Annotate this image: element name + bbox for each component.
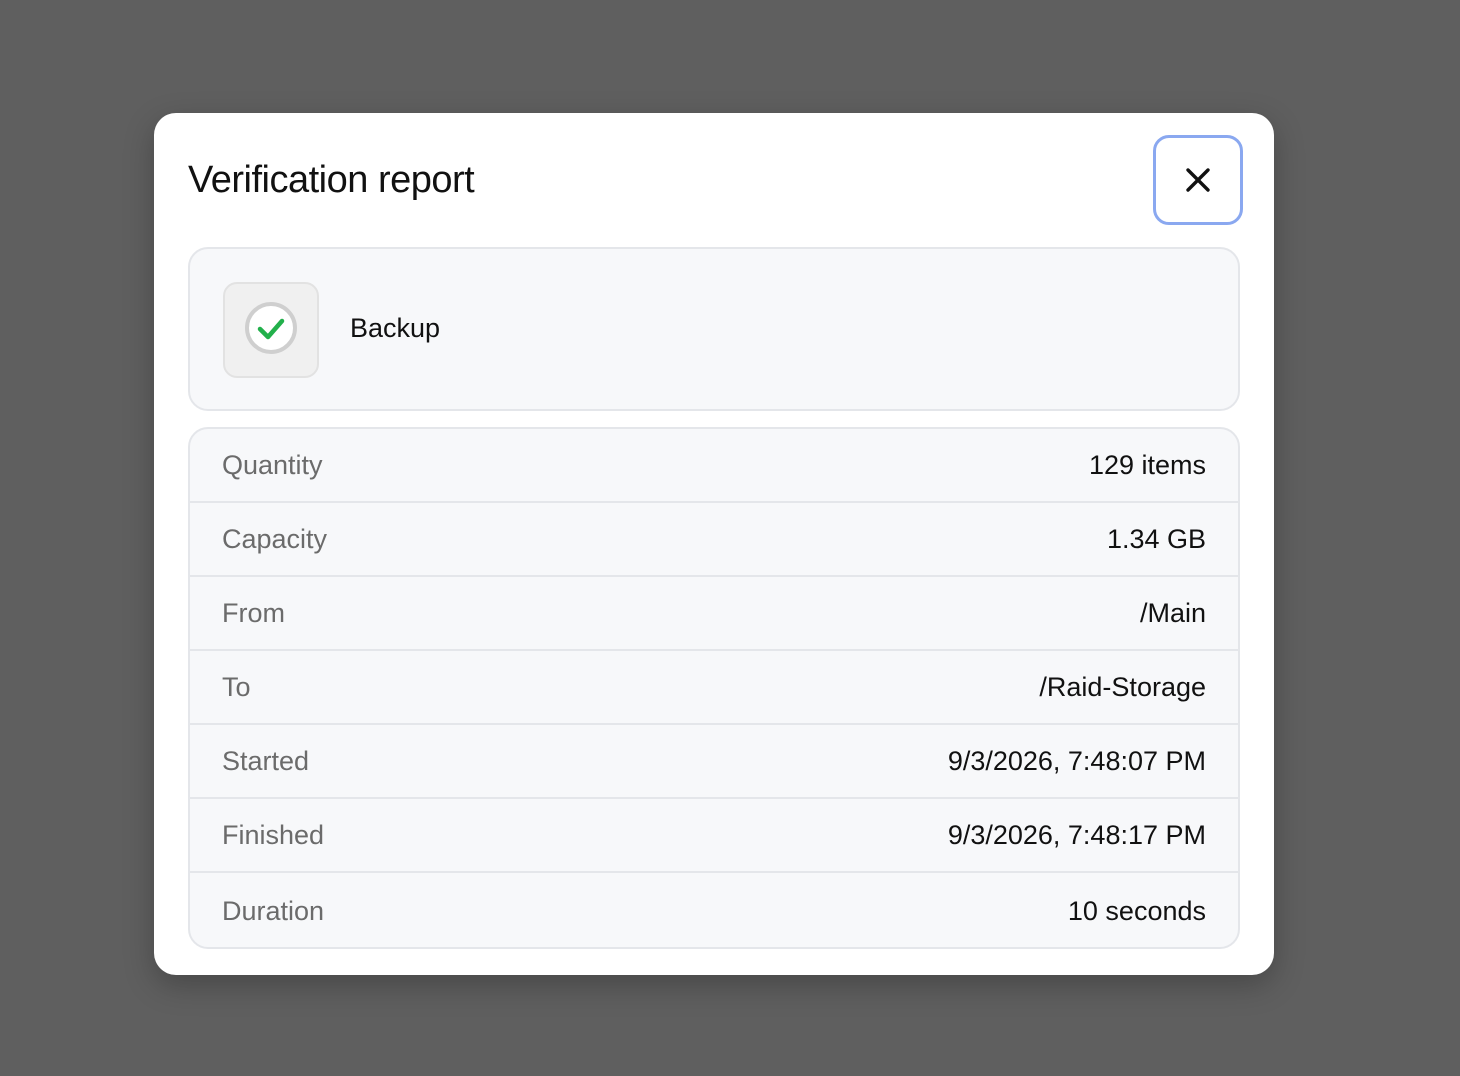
close-button[interactable] [1153, 135, 1243, 225]
verification-report-dialog: Verification report Backup Quantity 129 … [154, 113, 1274, 975]
detail-row-duration: Duration 10 seconds [190, 873, 1238, 947]
close-icon [1184, 166, 1212, 194]
detail-label: Started [222, 745, 310, 776]
detail-row-capacity: Capacity 1.34 GB [190, 503, 1238, 577]
detail-label: From [222, 597, 285, 628]
detail-row-to: To /Raid-Storage [190, 651, 1238, 725]
detail-value: 129 items [1088, 449, 1206, 480]
details-table: Quantity 129 items Capacity 1.34 GB From… [188, 427, 1240, 949]
detail-value: 9/3/2026, 7:48:17 PM [947, 819, 1206, 850]
check-circle-icon [243, 300, 299, 361]
detail-label: Finished [222, 819, 325, 850]
summary-card: Backup [188, 247, 1240, 411]
detail-label: To [222, 671, 251, 702]
detail-row-finished: Finished 9/3/2026, 7:48:17 PM [190, 799, 1238, 873]
detail-value: 9/3/2026, 7:48:07 PM [947, 745, 1206, 776]
detail-label: Duration [222, 895, 325, 926]
detail-value: /Main [1139, 597, 1206, 628]
detail-value: 10 seconds [1067, 895, 1206, 926]
detail-label: Capacity [222, 523, 328, 554]
status-tile [223, 282, 319, 378]
detail-value: /Raid-Storage [1039, 671, 1206, 702]
detail-value: 1.34 GB [1106, 523, 1206, 554]
summary-label: Backup [350, 313, 441, 343]
detail-label: Quantity [222, 449, 323, 480]
detail-row-started: Started 9/3/2026, 7:48:07 PM [190, 725, 1238, 799]
detail-row-quantity: Quantity 129 items [190, 429, 1238, 503]
dialog-title: Verification report [188, 159, 475, 201]
detail-row-from: From /Main [190, 577, 1238, 651]
